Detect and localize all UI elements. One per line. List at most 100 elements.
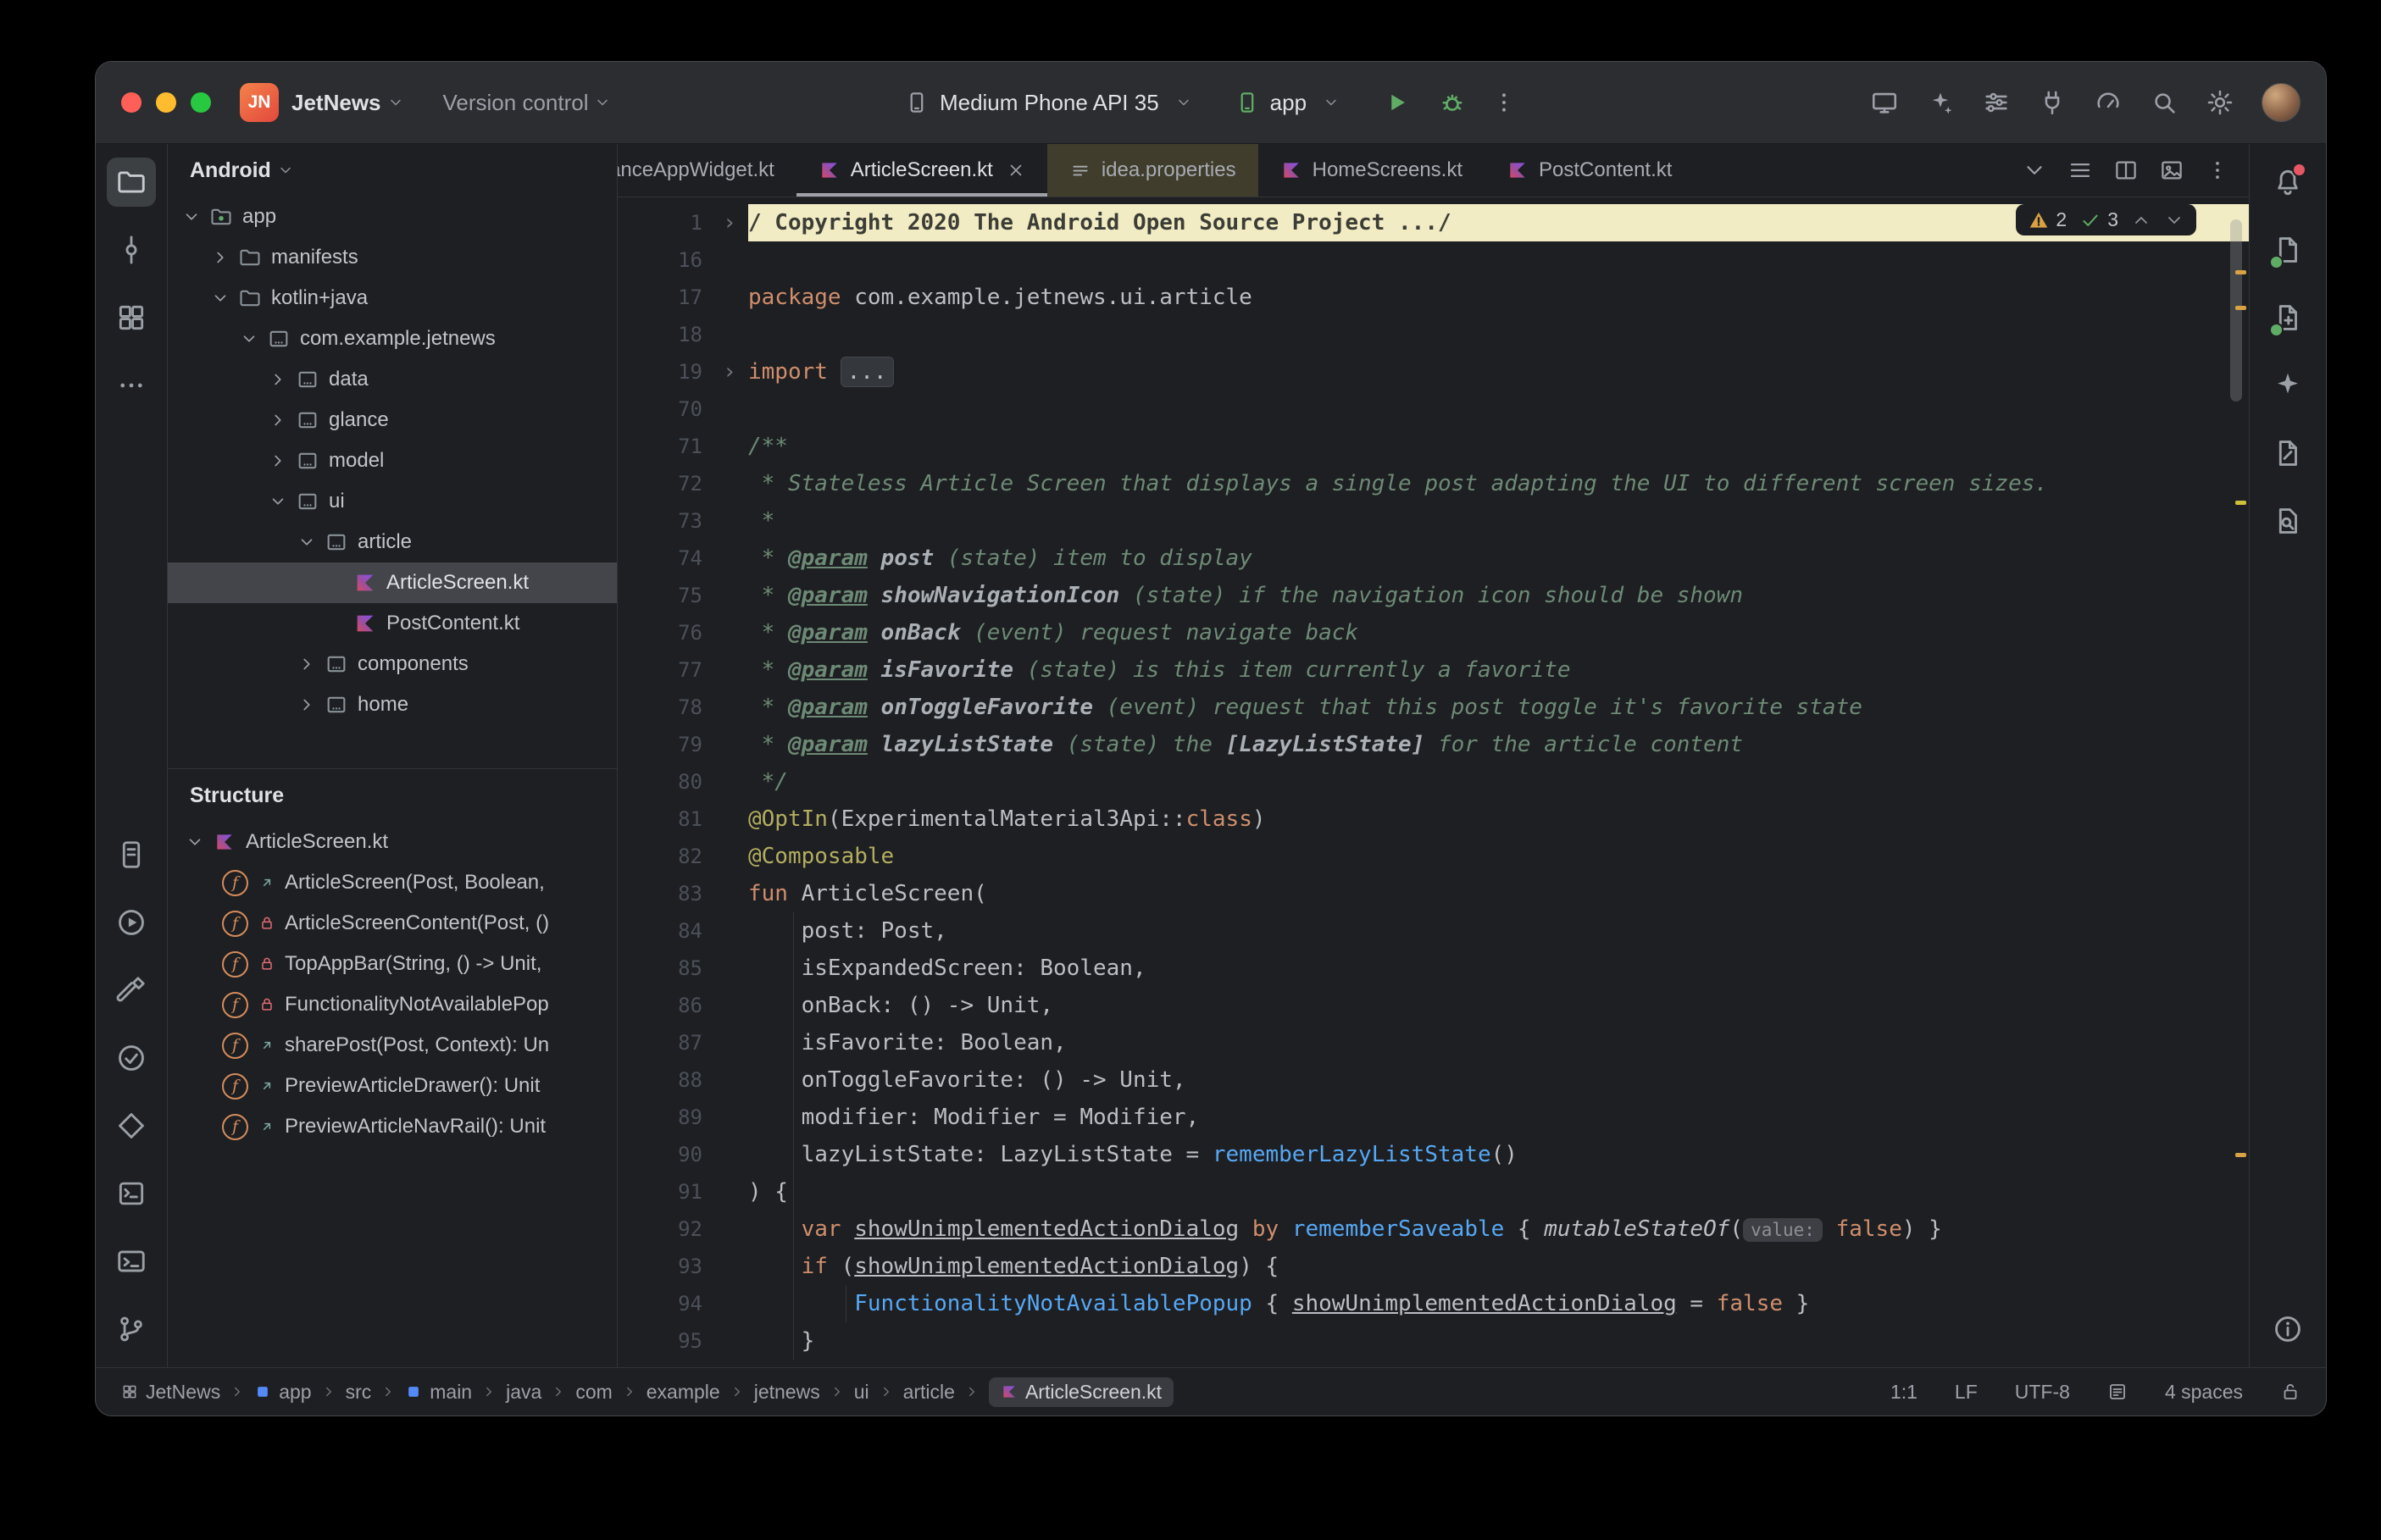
gemini-chat-icon[interactable] (2263, 361, 2312, 410)
chevron-down-icon[interactable] (205, 289, 236, 307)
line-number[interactable]: 89 (618, 1105, 711, 1129)
tree-item-articlescreen-kt[interactable]: ArticleScreen.kt (168, 562, 617, 603)
code-line-86[interactable]: 86 onBack: () -> Unit, (618, 987, 2249, 1024)
run-icon[interactable] (107, 898, 156, 947)
editor-scrollbar[interactable] (2230, 219, 2242, 402)
line-number[interactable]: 70 (618, 397, 711, 421)
tab-idea-properties[interactable]: idea.properties (1046, 144, 1258, 197)
tree-item-manifests[interactable]: manifests (168, 237, 617, 278)
run-config-chevron-icon[interactable] (1323, 94, 1340, 111)
breadcrumb-article[interactable]: article (903, 1381, 955, 1404)
build-icon[interactable] (107, 966, 156, 1015)
code-line-76[interactable]: 76 * @param onBack (event) request navig… (618, 614, 2249, 651)
device-mirroring-icon[interactable] (1870, 88, 1899, 117)
tree-item-kotlin-java[interactable]: kotlin+java (168, 278, 617, 319)
chevron-right-icon[interactable] (263, 411, 293, 429)
warning-stripe-mark[interactable] (2235, 1153, 2246, 1157)
chevron-down-icon[interactable] (180, 833, 210, 851)
more-run-actions-button[interactable] (1490, 89, 1518, 116)
commit-icon[interactable] (107, 225, 156, 274)
code-line-81[interactable]: 81 @OptIn(ExperimentalMaterial3Api::class… (618, 800, 2249, 838)
more-vert-icon[interactable] (2205, 158, 2230, 183)
line-number[interactable]: 19 (618, 360, 711, 384)
code-line-71[interactable]: 71 /** (618, 428, 2249, 465)
breadcrumb-articlescreen-kt[interactable]: ArticleScreen.kt (988, 1377, 1174, 1407)
code-line-19[interactable]: 19 › import ... (618, 353, 2249, 391)
code-line-16[interactable]: 16 (618, 241, 2249, 279)
structure-item-sharepost-post-context-un[interactable]: f sharePost(Post, Context): Un (168, 1025, 617, 1066)
tab-postcontent-kt[interactable]: PostContent.kt (1485, 144, 1694, 197)
line-number[interactable]: 88 (618, 1068, 711, 1092)
list-lines-icon[interactable] (2067, 158, 2093, 183)
line-number[interactable]: 16 (618, 248, 711, 272)
fold-marker-icon[interactable]: › (711, 359, 748, 385)
code-line-1[interactable]: 1 › / Copyright 2020 The Android Open Sour… (618, 204, 2249, 241)
previous-problem-icon[interactable] (2131, 210, 2151, 230)
zoom-window-button[interactable] (191, 92, 211, 113)
line-separator-widget[interactable]: LF (1955, 1381, 1978, 1404)
gradle-icon[interactable] (2263, 225, 2312, 274)
search-icon[interactable] (2150, 88, 2178, 117)
breadcrumb-ui[interactable]: ui (854, 1381, 869, 1404)
code-line-17[interactable]: 17 package com.example.jetnews.ui.article (618, 279, 2249, 316)
line-number[interactable]: 75 (618, 584, 711, 607)
notifications-icon[interactable] (2263, 158, 2312, 207)
warning-stripe-mark[interactable] (2235, 306, 2246, 310)
code-editor[interactable]: 1 › / Copyright 2020 The Android Open Sour… (618, 197, 2249, 1367)
problems-icon[interactable] (2263, 1305, 2312, 1354)
line-number[interactable]: 1 (618, 211, 711, 235)
breadcrumb-main[interactable]: main (405, 1381, 472, 1404)
code-line-72[interactable]: 72 * Stateless Article Screen that displ… (618, 465, 2249, 502)
line-number[interactable]: 80 (618, 770, 711, 794)
more-tool-windows-icon[interactable] (107, 361, 156, 410)
device-chevron-icon[interactable] (1175, 94, 1192, 111)
line-number[interactable]: 71 (618, 435, 711, 458)
run-button[interactable] (1382, 88, 1411, 117)
project-logo[interactable]: JN (240, 83, 279, 122)
code-line-75[interactable]: 75 * @param showNavigationIcon (state) i… (618, 577, 2249, 614)
breadcrumb-jetnews[interactable]: JetNews (121, 1381, 220, 1404)
inspections-widget[interactable]: 2 3 (2016, 204, 2196, 235)
code-line-95[interactable]: 95 } (618, 1322, 2249, 1360)
line-number[interactable]: 93 (618, 1255, 711, 1278)
device-explorer-icon[interactable] (107, 830, 156, 879)
line-number[interactable]: 83 (618, 882, 711, 906)
app-quality-insights-icon[interactable] (107, 1033, 156, 1083)
structure-item-articlescreencontent-post[interactable]: f ArticleScreenContent(Post, () (168, 903, 617, 944)
plugins-icon[interactable] (2038, 88, 2067, 117)
line-number[interactable]: 91 (618, 1180, 711, 1204)
chevron-down-icon[interactable] (2022, 158, 2047, 183)
encoding-widget[interactable]: UTF-8 (2015, 1381, 2070, 1404)
code-line-94[interactable]: 94 FunctionalityNotAvailablePopup { show… (618, 1285, 2249, 1322)
logcat-icon[interactable] (107, 1169, 156, 1218)
structure-root-articlescreen-kt[interactable]: ArticleScreen.kt (168, 822, 617, 862)
structure-item-previewarticledrawer-unit[interactable]: f PreviewArticleDrawer(): Unit (168, 1066, 617, 1106)
read-only-toggle-icon[interactable] (2280, 1382, 2301, 1402)
chevron-right-icon[interactable] (263, 451, 293, 470)
code-line-93[interactable]: 93 if (showUnimplementedActionDialog) { (618, 1248, 2249, 1285)
line-number[interactable]: 86 (618, 994, 711, 1017)
code-line-73[interactable]: 73 * (618, 502, 2249, 540)
breadcrumb-example[interactable]: example (647, 1381, 720, 1404)
line-number[interactable]: 94 (618, 1292, 711, 1316)
code-line-85[interactable]: 85 isExpandedScreen: Boolean, (618, 950, 2249, 987)
line-number[interactable]: 79 (618, 733, 711, 756)
close-window-button[interactable] (121, 92, 142, 113)
tree-item-glance[interactable]: glance (168, 400, 617, 440)
debug-button[interactable] (1438, 88, 1467, 117)
code-line-83[interactable]: 83 fun ArticleScreen( (618, 875, 2249, 912)
tree-item-data[interactable]: data (168, 359, 617, 400)
line-number[interactable]: 78 (618, 695, 711, 719)
line-number[interactable]: 76 (618, 621, 711, 645)
tree-item-com-example-jetnews[interactable]: com.example.jetnews (168, 319, 617, 359)
chevron-down-icon[interactable] (291, 533, 322, 551)
version-control-icon[interactable] (107, 1305, 156, 1354)
tree-item-ui[interactable]: ui (168, 481, 617, 522)
code-line-18[interactable]: 18 (618, 316, 2249, 353)
device-manager-icon[interactable] (2263, 293, 2312, 342)
structure-item-topappbar-string-unit[interactable]: f TopAppBar(String, () -> Unit, (168, 944, 617, 984)
tree-item-model[interactable]: model (168, 440, 617, 481)
line-number[interactable]: 95 (618, 1329, 711, 1353)
running-devices-icon[interactable] (2263, 429, 2312, 478)
minimize-window-button[interactable] (156, 92, 176, 113)
